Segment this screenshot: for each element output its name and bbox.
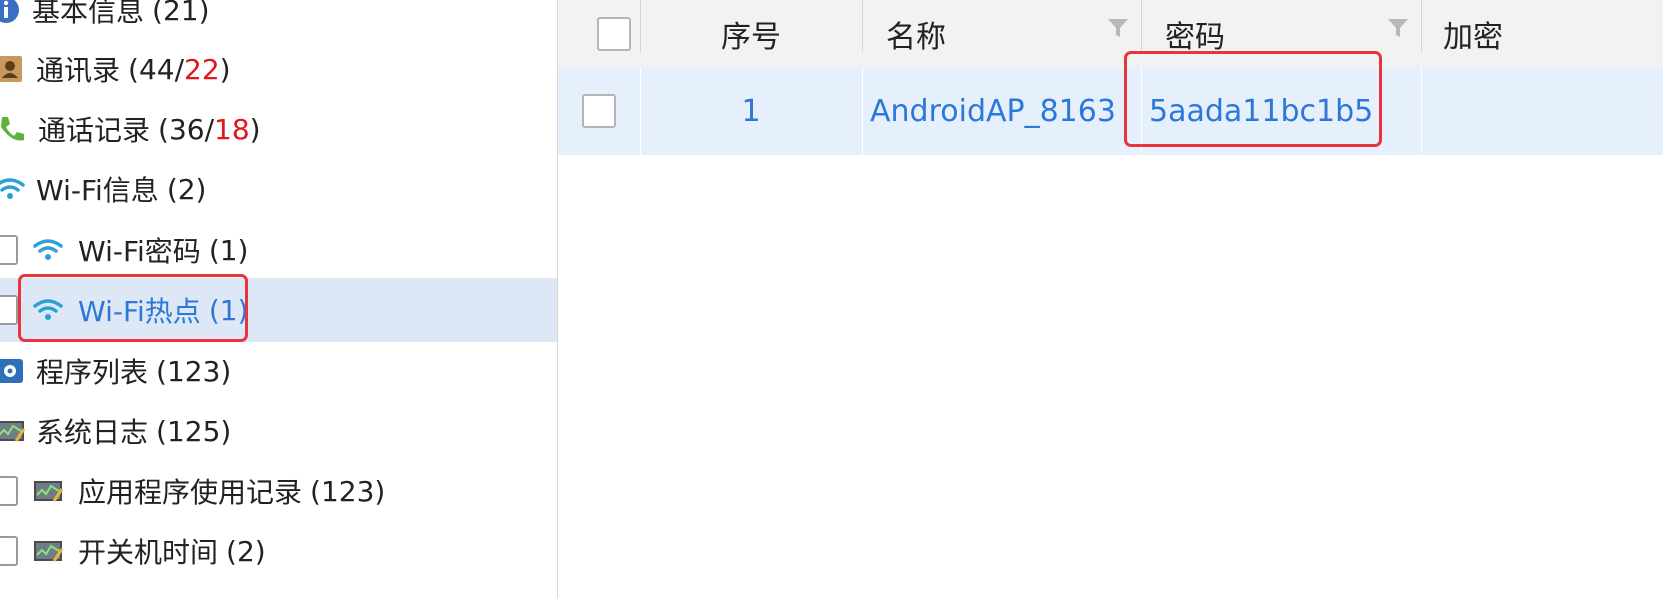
tree-item-label: 通话记录	[38, 114, 151, 147]
log-monitor-icon	[28, 475, 68, 507]
cell-encryption	[1421, 67, 1663, 155]
gear-app-icon	[0, 355, 26, 387]
tree-item-label: 应用程序使用记录	[78, 476, 303, 509]
tree-item-count: (2)	[226, 534, 266, 568]
data-grid: 序号 名称 密码 加密 1 AndroidAP_8163 5aada11bc1b…	[558, 0, 1663, 598]
table-row[interactable]: 1 AndroidAP_8163 5aada11bc1b5	[558, 67, 1663, 155]
cell-text: 1	[741, 93, 761, 129]
tree-item-count: (1)	[208, 293, 249, 327]
tree-checkbox[interactable]	[0, 536, 18, 566]
tree-item-count: (2)	[166, 172, 207, 206]
tree-checkbox[interactable]	[0, 295, 18, 325]
tree-item-wifi-hotspot[interactable]: Wi-Fi热点 (1)	[0, 278, 557, 342]
column-header-password[interactable]: 密码	[1141, 0, 1421, 67]
cell-index: 1	[640, 67, 862, 155]
tree-checkbox[interactable]	[0, 476, 18, 506]
tree-item-count: (123)	[310, 474, 386, 508]
tree-item-label: Wi-Fi热点	[78, 295, 201, 328]
tree-item-system-log[interactable]: 系统日志 (125)	[0, 399, 557, 463]
log-monitor-icon	[0, 415, 26, 447]
filter-icon[interactable]	[1386, 16, 1410, 40]
tree-item-count: (123)	[156, 354, 232, 388]
tree-checkbox[interactable]	[0, 235, 18, 265]
wifi-icon	[0, 173, 26, 205]
tree-item-label: 基本信息	[32, 0, 145, 28]
tree-item-count: (36/18)	[158, 112, 261, 146]
tree-item-basic-info[interactable]: 基本信息 (21)	[0, 0, 557, 42]
tree-item-call-log[interactable]: 通话记录 (36/18)	[0, 97, 557, 161]
column-header-index[interactable]: 序号	[640, 0, 862, 67]
wifi-icon	[28, 234, 68, 266]
tree-item-count: (21)	[152, 0, 210, 27]
sidebar-tree: 基本信息 (21) 通讯录 (44/22) 通话记录 (36/18) Wi-Fi…	[0, 0, 558, 598]
tree-item-wifi-password[interactable]: Wi-Fi密码 (1)	[0, 218, 557, 282]
row-select-cell	[558, 67, 640, 155]
tree-item-label: 通讯录	[36, 54, 121, 87]
row-checkbox[interactable]	[582, 94, 616, 128]
select-all-checkbox[interactable]	[597, 16, 631, 51]
tree-item-wifi-info[interactable]: Wi-Fi信息 (2)	[0, 157, 557, 221]
cell-text: 5aada11bc1b5	[1149, 93, 1374, 129]
wifi-icon	[28, 294, 68, 326]
tree-item-app-usage[interactable]: 应用程序使用记录 (123)	[0, 459, 557, 523]
tree-item-count: (125)	[156, 414, 232, 448]
cell-text: AndroidAP_8163	[870, 93, 1116, 129]
column-header-label: 密码	[1165, 19, 1225, 55]
tree-item-contacts[interactable]: 通讯录 (44/22)	[0, 37, 557, 101]
tree-item-count: (1)	[208, 233, 249, 267]
tree-item-power-time[interactable]: 开关机时间 (2)	[0, 519, 557, 583]
info-icon	[0, 0, 22, 26]
grid-header: 序号 名称 密码 加密	[558, 0, 1663, 67]
tree-item-label: Wi-Fi信息	[36, 174, 159, 207]
cell-name: AndroidAP_8163	[862, 67, 1140, 155]
cell-password: 5aada11bc1b5	[1141, 67, 1421, 155]
tree-item-label: 程序列表	[36, 356, 149, 389]
column-header-name[interactable]: 名称	[862, 0, 1140, 67]
column-header-label: 序号	[721, 19, 781, 55]
tree-item-label: 系统日志	[36, 416, 149, 449]
contacts-icon	[0, 53, 26, 85]
phone-icon	[0, 113, 28, 145]
tree-item-label: 开关机时间	[78, 536, 219, 569]
tree-item-app-list[interactable]: 程序列表 (123)	[0, 339, 557, 403]
filter-icon[interactable]	[1106, 16, 1130, 40]
log-monitor-icon	[28, 535, 68, 567]
tree-item-count: (44/22)	[128, 52, 231, 86]
column-header-encryption[interactable]: 加密	[1421, 0, 1663, 67]
tree-item-label: Wi-Fi密码	[78, 235, 201, 268]
column-header-label: 加密	[1443, 19, 1503, 55]
column-header-label: 名称	[886, 19, 946, 55]
